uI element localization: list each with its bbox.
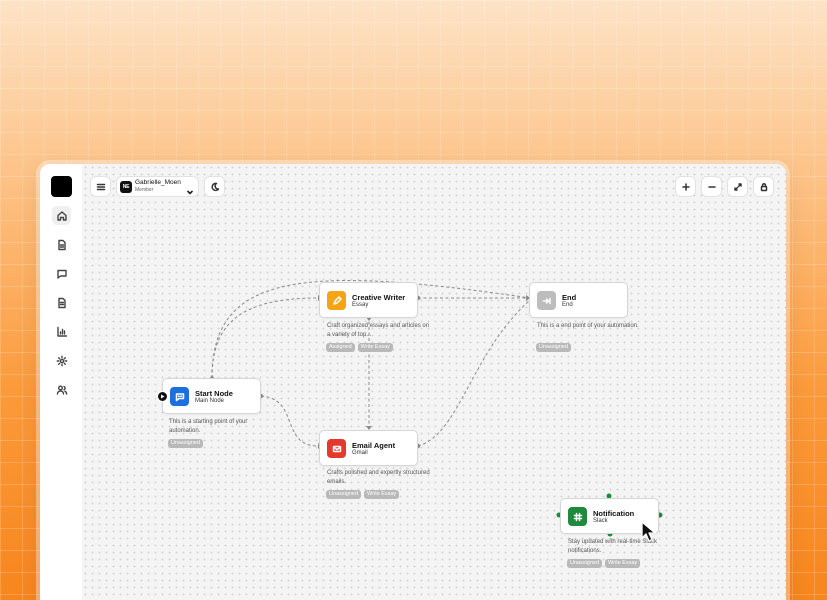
plus-icon[interactable] [675,176,696,197]
node-title: Start Node [195,389,233,398]
node-subtitle: Main Node [195,398,225,404]
menu-icon[interactable] [90,176,111,197]
moon-icon[interactable] [204,176,225,197]
bar-chart-icon[interactable] [52,322,71,341]
node-title: Creative Writer [352,293,406,302]
file-icon[interactable] [52,293,71,312]
avatar: NE [120,180,132,193]
minus-icon[interactable] [701,176,722,197]
expand-icon[interactable] [727,176,748,197]
user-selector[interactable]: NE Gabrielle_Moen Member [116,176,199,197]
node-subtitle: Gmail [352,450,368,456]
email-agent-node[interactable]: Email Agent Gmail [319,430,418,466]
mouse-cursor-icon [641,521,656,542]
user-role: Member [135,186,154,193]
creative-writer-node[interactable]: Creative Writer Essay [319,282,418,318]
task-badge: Write Essay [605,559,641,568]
node-description: This is a starting point of your automat… [169,419,248,434]
lock-icon[interactable] [753,176,774,197]
user-name: Gabrielle_Moen [135,179,181,187]
node-title: Notification [593,509,635,518]
pen-icon [327,291,346,310]
slack-icon [568,507,587,526]
node-description: Craft organized essays and articles on a… [327,323,430,338]
status-badge: Assigned [326,343,355,352]
app-window: NE Gabrielle_Moen Member Start Node Main… [40,164,786,600]
node-subtitle: Slack [593,518,608,524]
document-icon[interactable] [52,235,71,254]
home-icon[interactable] [52,206,71,225]
chat-bubble-icon [170,387,189,406]
start-node[interactable]: Start Node Main Node [157,378,261,414]
chat-icon[interactable] [52,264,71,283]
users-icon[interactable] [52,380,71,399]
chevron-down-icon [186,183,194,195]
end-node[interactable]: End End [529,282,628,318]
mail-icon [327,439,346,458]
node-title: Email Agent [352,441,396,450]
arrow-right-to-line-icon [537,291,556,310]
node-description: Crafts polished and expertly structured … [327,470,430,485]
status-badge: Unassigned [567,559,603,568]
node-description: This is a end point of your automation. [537,323,639,329]
play-icon[interactable] [157,391,168,402]
node-subtitle: End [562,302,573,308]
task-badge: Write Essay [364,490,400,499]
node-subtitle: Essay [352,302,369,308]
task-badge: Write Essay [357,343,393,352]
node-title: End [562,293,577,302]
app-logo [51,176,72,197]
status-badge: Unassigned [326,490,362,499]
gear-icon[interactable] [52,351,71,370]
status-badge: Unassigned [536,343,572,352]
sidebar [40,164,82,600]
status-badge: Unassigned [168,439,204,448]
